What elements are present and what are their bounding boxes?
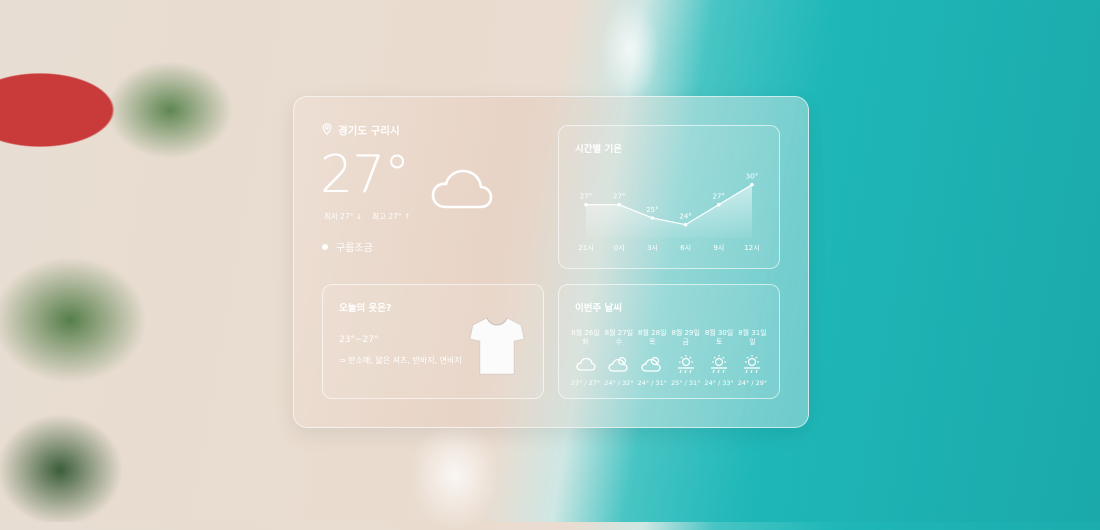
sun-rain-icon — [669, 353, 702, 375]
day-of-week: 화 — [582, 337, 589, 346]
min-temperature: 최저 27° ↓ — [324, 212, 363, 221]
day-item[interactable]: 8월 29일 금 25° / 31° — [669, 329, 702, 387]
location-pin-icon — [322, 123, 332, 138]
hourly-area — [586, 184, 752, 238]
tshirt-icon — [469, 315, 525, 381]
hourly-time-label: 6시 — [680, 244, 691, 252]
hourly-value-label: 27° — [613, 193, 625, 201]
current-temperature: 27° — [320, 145, 410, 205]
day-item[interactable]: 8월 26일 화 27° / 27° — [569, 329, 602, 387]
hourly-time-label: 3시 — [647, 244, 658, 252]
location[interactable]: 경기도 구리시 — [322, 123, 400, 138]
hourly-point — [750, 182, 754, 187]
hourly-point — [683, 222, 688, 227]
outfit-description: ⇒ 반소매, 얇은 셔츠, 반바지, 면바지 — [339, 356, 462, 365]
hourly-value-label: 30° — [746, 173, 758, 181]
hourly-chart: 27° 21시 27° 0시 25° 3시 24° 6시 27° 9시 30° 12시 — [578, 173, 759, 252]
min-max-temperature: 최저 27° ↓ 최고 27° ↑ — [324, 211, 410, 222]
day-of-week: 일 — [749, 337, 756, 346]
hourly-time-label: 9시 — [713, 244, 724, 252]
hourly-time-label: 0시 — [614, 244, 625, 252]
day-date: 8월 30일 — [704, 329, 734, 337]
day-range: 24° / 32° — [604, 378, 634, 387]
hourly-point — [584, 202, 588, 207]
weekly-weather-card: 이번주 날씨 8월 26일 화 27° / 27° 8월 27일 수 24° /… — [558, 284, 780, 399]
hourly-time-label: 21시 — [578, 244, 593, 252]
day-range: 27° / 27° — [570, 378, 601, 387]
status-dot — [322, 243, 328, 250]
hourly-time-label: 12시 — [744, 244, 759, 252]
hourly-temperature-card: 시간별 기온 27° 21시 27° 0시 25° 3시 24° 6시 27° 9시 30° 12시 — [558, 125, 780, 269]
hourly-point — [617, 202, 621, 207]
hourly-point — [717, 202, 721, 207]
hourly-value-label: 27° — [713, 193, 725, 201]
outfit-title: 오늘의 옷은? — [339, 303, 392, 314]
outfit-range: 23°~27° — [339, 335, 379, 345]
day-date: 8월 29일 — [671, 329, 700, 337]
max-temperature: 최고 27° ↑ — [372, 212, 411, 221]
weekly-title: 이번주 날씨 — [575, 303, 623, 314]
day-item[interactable]: 8월 28일 목 24° / 31° — [636, 329, 669, 387]
day-date: 8월 26일 — [571, 329, 600, 337]
beach-foam — [410, 420, 500, 530]
hourly-value-label: 27° — [580, 193, 592, 201]
day-item[interactable]: 8월 31일 일 24° / 29° — [736, 329, 769, 387]
day-range: 24° / 29° — [737, 378, 768, 387]
day-range: 24° / 31° — [637, 378, 667, 387]
day-item[interactable]: 8월 30일 토 24° / 33° — [703, 329, 736, 387]
hourly-point — [650, 216, 655, 220]
hourly-value-label: 24° — [679, 213, 691, 221]
day-range: 25° / 31° — [670, 378, 701, 387]
beach-foam — [600, 0, 660, 100]
day-date: 8월 27일 — [604, 329, 634, 337]
day-date: 8월 31일 — [738, 329, 767, 337]
location-name: 경기도 구리시 — [338, 125, 400, 137]
sun-rain-icon — [736, 353, 769, 375]
weekly-days: 8월 26일 화 27° / 27° 8월 27일 수 24° / 32° 8월… — [569, 329, 769, 387]
condition-text: 구름조금 — [336, 243, 373, 254]
day-range: 24° / 33° — [704, 378, 734, 387]
weather-widget: 경기도 구리시 27° 최저 27° ↓ 최고 27° ↑ 구름조금 시간별 기… — [293, 96, 809, 428]
sun-cloud-icon — [636, 353, 669, 375]
current-condition: 구름조금 — [322, 239, 373, 254]
day-item[interactable]: 8월 27일 수 24° / 32° — [602, 329, 635, 387]
day-date: 8월 28일 — [638, 329, 667, 337]
day-of-week: 수 — [615, 337, 623, 346]
sun-cloud-icon — [602, 353, 635, 375]
cloud-icon — [430, 167, 494, 215]
day-of-week: 금 — [682, 337, 689, 346]
outfit-card: 오늘의 옷은? 23°~27° ⇒ 반소매, 얇은 셔츠, 반바지, 면바지 — [322, 284, 544, 399]
cloud-icon — [569, 353, 602, 375]
hourly-value-label: 25° — [646, 206, 658, 214]
sun-rain-icon — [703, 353, 736, 375]
day-of-week: 토 — [715, 337, 723, 346]
day-of-week: 목 — [649, 337, 656, 346]
